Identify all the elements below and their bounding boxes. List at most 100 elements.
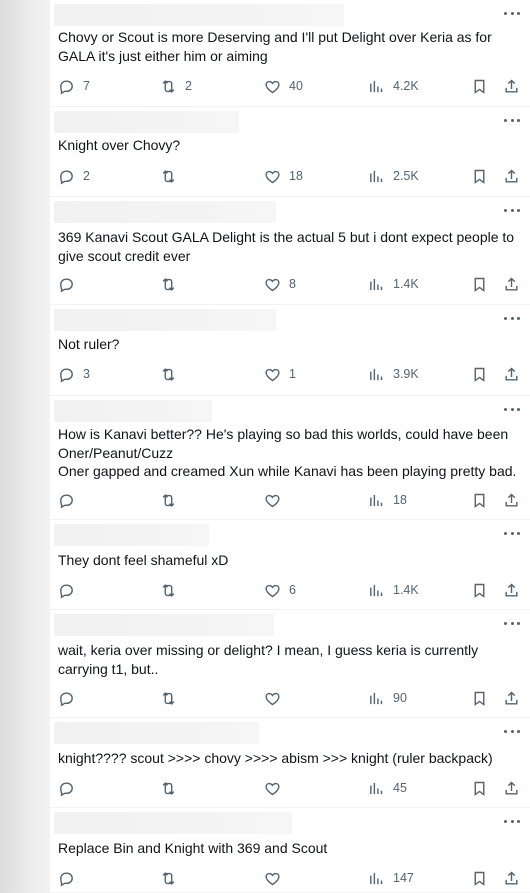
share-button[interactable] (503, 868, 520, 888)
share-button[interactable] (503, 274, 520, 294)
repost-button[interactable] (160, 364, 185, 384)
views-icon (370, 368, 383, 380)
reply-post[interactable]: wait, keria over missing or delight? I m… (50, 610, 530, 718)
like-button[interactable] (264, 490, 289, 510)
repost-button[interactable] (160, 580, 185, 600)
repost-button[interactable] (160, 778, 185, 798)
bookmark-button[interactable] (471, 364, 488, 384)
reply-button[interactable]: 7 (58, 76, 90, 96)
like-button[interactable]: 40 (264, 76, 303, 96)
views-icon (370, 872, 383, 884)
views-button[interactable]: 2.5K (368, 166, 419, 186)
like-button[interactable] (264, 778, 289, 798)
reply-post[interactable]: knight???? scout >>>> chovy >>>> abism >… (50, 718, 530, 808)
share-button[interactable] (503, 490, 520, 510)
views-button[interactable]: 3.9K (368, 364, 419, 384)
reply-icon (60, 277, 73, 292)
post-text: How is Kanavi better?? He's playing so b… (58, 426, 517, 479)
bookmark-button[interactable] (471, 778, 488, 798)
more-icon[interactable] (504, 313, 520, 323)
share-button[interactable] (503, 688, 520, 708)
views-button[interactable]: 1.4K (368, 580, 419, 600)
repost-button[interactable]: 2 (160, 76, 192, 96)
bookmark-button[interactable] (471, 274, 488, 294)
reply-button[interactable] (58, 778, 83, 798)
more-icon[interactable] (504, 8, 520, 18)
reply-post[interactable]: They dont feel shameful xD 6 1.4K (50, 520, 530, 610)
reply-post[interactable]: Chovy or Scout is more Deserving and I'l… (50, 0, 530, 107)
reply-icon (60, 691, 73, 706)
more-icon[interactable] (504, 404, 520, 414)
post-text: They dont feel shameful xD (58, 552, 229, 568)
share-button[interactable] (503, 778, 520, 798)
post-actions: 6 1.4K (50, 580, 530, 600)
like-button[interactable]: 18 (264, 166, 303, 186)
bookmark-button[interactable] (471, 76, 488, 96)
repost-button[interactable] (160, 490, 185, 510)
bookmark-button[interactable] (471, 166, 488, 186)
views-button[interactable]: 1.4K (368, 274, 419, 294)
more-icon[interactable] (504, 618, 520, 628)
like-button[interactable]: 6 (264, 580, 296, 600)
reply-post[interactable]: Knight over Chovy? 2 18 2.5K (50, 107, 530, 197)
post-text: Chovy or Scout is more Deserving and I'l… (58, 29, 492, 64)
like-button[interactable] (264, 868, 289, 888)
repost-button[interactable] (160, 166, 185, 186)
views-button[interactable]: 45 (368, 778, 407, 798)
reply-button[interactable] (58, 688, 83, 708)
bookmark-button[interactable] (471, 580, 488, 600)
like-count: 40 (289, 79, 303, 93)
reply-button[interactable]: 2 (58, 166, 90, 186)
share-button[interactable] (503, 580, 520, 600)
reply-post[interactable]: Replace Bin and Knight with 369 and Scou… (50, 808, 530, 893)
redacted-user-header (54, 201, 276, 223)
views-button[interactable]: 147 (368, 868, 414, 888)
like-button[interactable]: 8 (264, 274, 296, 294)
like-count: 6 (289, 583, 296, 597)
reply-post[interactable]: Not ruler? 3 1 3.9K (50, 305, 530, 396)
reply-button[interactable] (58, 580, 83, 600)
more-icon[interactable] (504, 205, 520, 215)
views-button[interactable]: 4.2K (368, 76, 419, 96)
post-text: 369 Kanavi Scout GALA Delight is the act… (58, 229, 515, 264)
bookmark-button[interactable] (471, 868, 488, 888)
reply-post[interactable]: 369 Kanavi Scout GALA Delight is the act… (50, 197, 530, 305)
reply-button[interactable]: 3 (58, 364, 90, 384)
like-button[interactable]: 1 (264, 364, 296, 384)
reply-icon (60, 79, 73, 94)
redacted-user-header (54, 111, 239, 133)
reply-count: 3 (83, 367, 90, 381)
share-button[interactable] (503, 364, 520, 384)
reply-post[interactable]: How is Kanavi better?? He's playing so b… (50, 396, 530, 520)
share-button[interactable] (503, 166, 520, 186)
like-button[interactable] (264, 688, 289, 708)
bookmark-button[interactable] (471, 688, 488, 708)
views-button[interactable]: 18 (368, 490, 407, 510)
bookmark-button[interactable] (471, 490, 488, 510)
views-button[interactable]: 90 (368, 688, 407, 708)
heart-icon (265, 80, 280, 93)
share-button[interactable] (503, 76, 520, 96)
repost-count: 2 (185, 79, 192, 93)
heart-icon (265, 368, 280, 381)
post-actions: 8 1.4K (50, 274, 530, 294)
heart-icon (265, 494, 280, 507)
share-icon (505, 690, 518, 705)
more-icon[interactable] (504, 816, 520, 826)
redacted-user-header (54, 812, 292, 834)
bookmark-icon (474, 691, 485, 706)
repost-button[interactable] (160, 688, 185, 708)
reply-button[interactable] (58, 274, 83, 294)
share-icon (505, 780, 518, 795)
repost-button[interactable] (160, 274, 185, 294)
more-icon[interactable] (504, 528, 520, 538)
more-icon[interactable] (504, 726, 520, 736)
redacted-user-header (54, 4, 344, 26)
bookmark-icon (474, 781, 485, 796)
more-icon[interactable] (504, 115, 520, 125)
repost-button[interactable] (160, 868, 185, 888)
reply-button[interactable] (58, 868, 83, 888)
reply-button[interactable] (58, 490, 83, 510)
post-text: wait, keria over missing or delight? I m… (58, 642, 479, 677)
bookmark-icon (474, 367, 485, 382)
